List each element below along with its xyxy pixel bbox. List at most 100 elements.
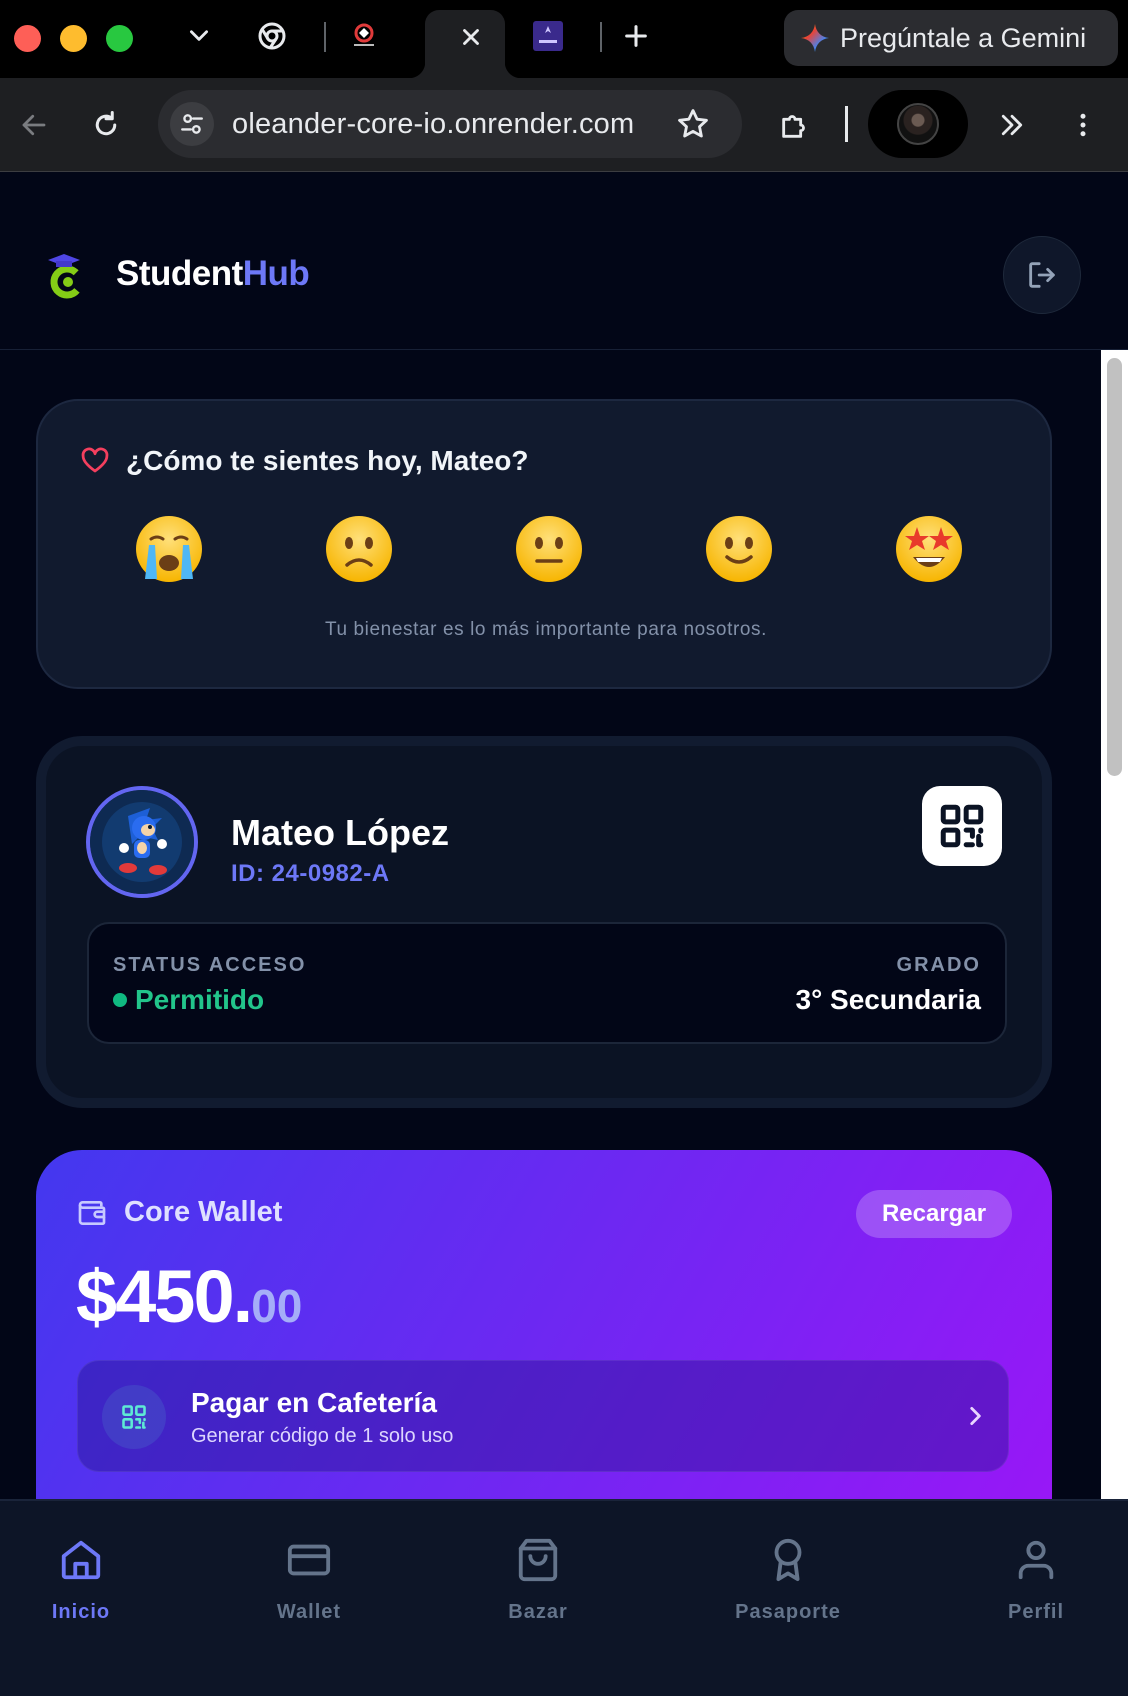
student-id: ID: 24-0982-A [231,860,390,887]
frowning-face-icon[interactable] [323,513,395,585]
nav-label-inicio: Inicio [51,1601,111,1623]
logo-icon [48,254,84,299]
tab-oleander[interactable] [348,20,380,52]
tab-search-chevron-icon[interactable] [186,22,212,48]
qr-code-icon [122,1405,146,1429]
chrome-icon [258,22,286,50]
more-extensions-button[interactable] [995,108,1029,142]
puzzle-icon [782,115,805,138]
nav-item-pasaporte[interactable]: Pasaporte [698,1537,878,1647]
back-arrow-icon [22,114,46,136]
profile-button[interactable] [868,90,968,158]
gemini-button[interactable]: Pregúntale a Gemini [784,10,1118,66]
tune-icon [181,114,203,134]
qr-code-button[interactable] [922,786,1002,866]
pay-subtitle: Generar código de 1 solo uso [191,1425,454,1447]
wallet-icon [78,1200,106,1225]
status-value: Permitido [113,984,264,1016]
wallet-balance: $450. 00 [76,1254,302,1339]
close-window-button[interactable] [14,25,41,52]
reload-button[interactable] [89,108,123,142]
heart-icon [81,447,109,473]
qr-code-icon [940,804,984,848]
wallet-title-row: Core Wallet [76,1196,282,1229]
profile-avatar [897,103,939,145]
status-label: STATUS ACCESO [113,954,307,976]
neutral-face-icon[interactable] [513,513,585,585]
award-icon [774,1538,802,1582]
home-icon [61,1540,101,1580]
serve-logo-icon [533,21,563,51]
mood-subtitle: Tu bienestar es lo más importante para n… [324,619,768,640]
reload-icon [95,111,117,136]
star-struck-face-icon[interactable] [893,513,965,585]
minimize-window-button[interactable] [60,25,87,52]
user-icon [1018,1540,1054,1580]
back-button[interactable] [17,108,51,142]
student-hub-app: StudentHub ¿Cómo te sientes hoy, Mateo? [0,172,1128,1696]
pay-icon-circle [102,1385,166,1449]
extensions-button[interactable] [778,108,812,142]
oleander-logo-icon [354,23,374,46]
chevron-right-icon [970,1407,981,1425]
nav-label-bazar: Bazar [508,1601,568,1623]
logout-icon [1029,262,1055,288]
recharge-button[interactable]: Recargar [856,1190,1012,1238]
mood-options [93,513,993,589]
kebab-menu-icon [1080,113,1086,137]
grade-value: 3° Secundaria [795,984,982,1015]
nav-item-inicio[interactable]: Inicio [0,1537,171,1647]
mood-title-row: ¿Cómo te sientes hoy, Mateo? [80,445,528,477]
smiling-face-icon[interactable] [703,513,775,585]
bookmark-star-icon[interactable] [676,107,710,141]
status-text: Permitido [135,984,265,1015]
student-avatar[interactable] [86,786,198,898]
nav-label-pasaporte: Pasaporte [735,1601,841,1623]
student-id-card: Mateo López ID: 24-0982-A STATUS ACCESO … [36,736,1052,1108]
browser-menu-button[interactable] [1066,108,1100,142]
wallet-title: Core Wallet [124,1196,283,1228]
status-dot [113,993,127,1007]
tab-separator [324,22,326,52]
access-status-panel: STATUS ACCESO Permitido GRADO 3° Secunda… [87,922,1007,1044]
bottom-navigation: Inicio Wallet Bazar Pasaporte Perfil [0,1499,1128,1696]
gemini-button-label: Pregúntale a Gemini [840,22,1087,53]
pay-cafeteria-button[interactable]: Pagar en Cafetería Generar código de 1 s… [77,1360,1009,1472]
crying-face-icon[interactable] [133,513,205,585]
address-bar[interactable]: oleander-core-io.onrender.com [158,90,742,158]
maximize-window-button[interactable] [106,25,133,52]
brand-name: StudentHub [116,254,310,294]
grade-label: GRADO [896,954,981,976]
mood-check-card: ¿Cómo te sientes hoy, Mateo? Tu bienesta… [36,399,1052,689]
brand-part-hub: Hub [242,254,310,293]
mood-question: ¿Cómo te sientes hoy, Mateo? [126,445,529,476]
close-tab-icon[interactable] [458,24,484,50]
url-text[interactable]: oleander-core-io.onrender.com [232,108,634,141]
toolbar-divider [845,106,848,142]
new-tab-plus-icon[interactable] [622,22,650,50]
double-chevron-right-icon [1001,114,1023,136]
site-info-button[interactable] [170,102,214,146]
avatar-illustration [90,790,194,894]
bag-icon [518,1538,558,1582]
nav-item-perfil[interactable]: Perfil [946,1537,1126,1647]
brand-part-student: Student [116,254,243,293]
gemini-sparkle-icon [801,24,829,52]
nav-label-perfil: Perfil [1007,1601,1065,1623]
browser-toolbar: oleander-core-io.onrender.com [0,78,1128,172]
app-header: StudentHub [0,172,1128,350]
student-name: Mateo López [231,812,450,853]
nav-label-wallet: Wallet [276,1601,342,1623]
nav-item-bazar[interactable]: Bazar [448,1537,628,1647]
tab-chrome[interactable] [256,20,288,52]
tab-serve[interactable] [532,20,564,52]
tab-separator [600,22,602,52]
browser-tab-strip: Pregúntale a Gemini [0,0,1128,78]
scrollbar-thumb[interactable] [1107,358,1122,776]
pay-title: Pagar en Cafetería [191,1387,437,1418]
balance-cents: 00 [251,1280,303,1332]
card-icon [287,1544,331,1576]
balance-main: $450. [76,1255,253,1338]
nav-item-wallet[interactable]: Wallet [219,1537,399,1647]
logout-button[interactable] [1003,236,1081,314]
